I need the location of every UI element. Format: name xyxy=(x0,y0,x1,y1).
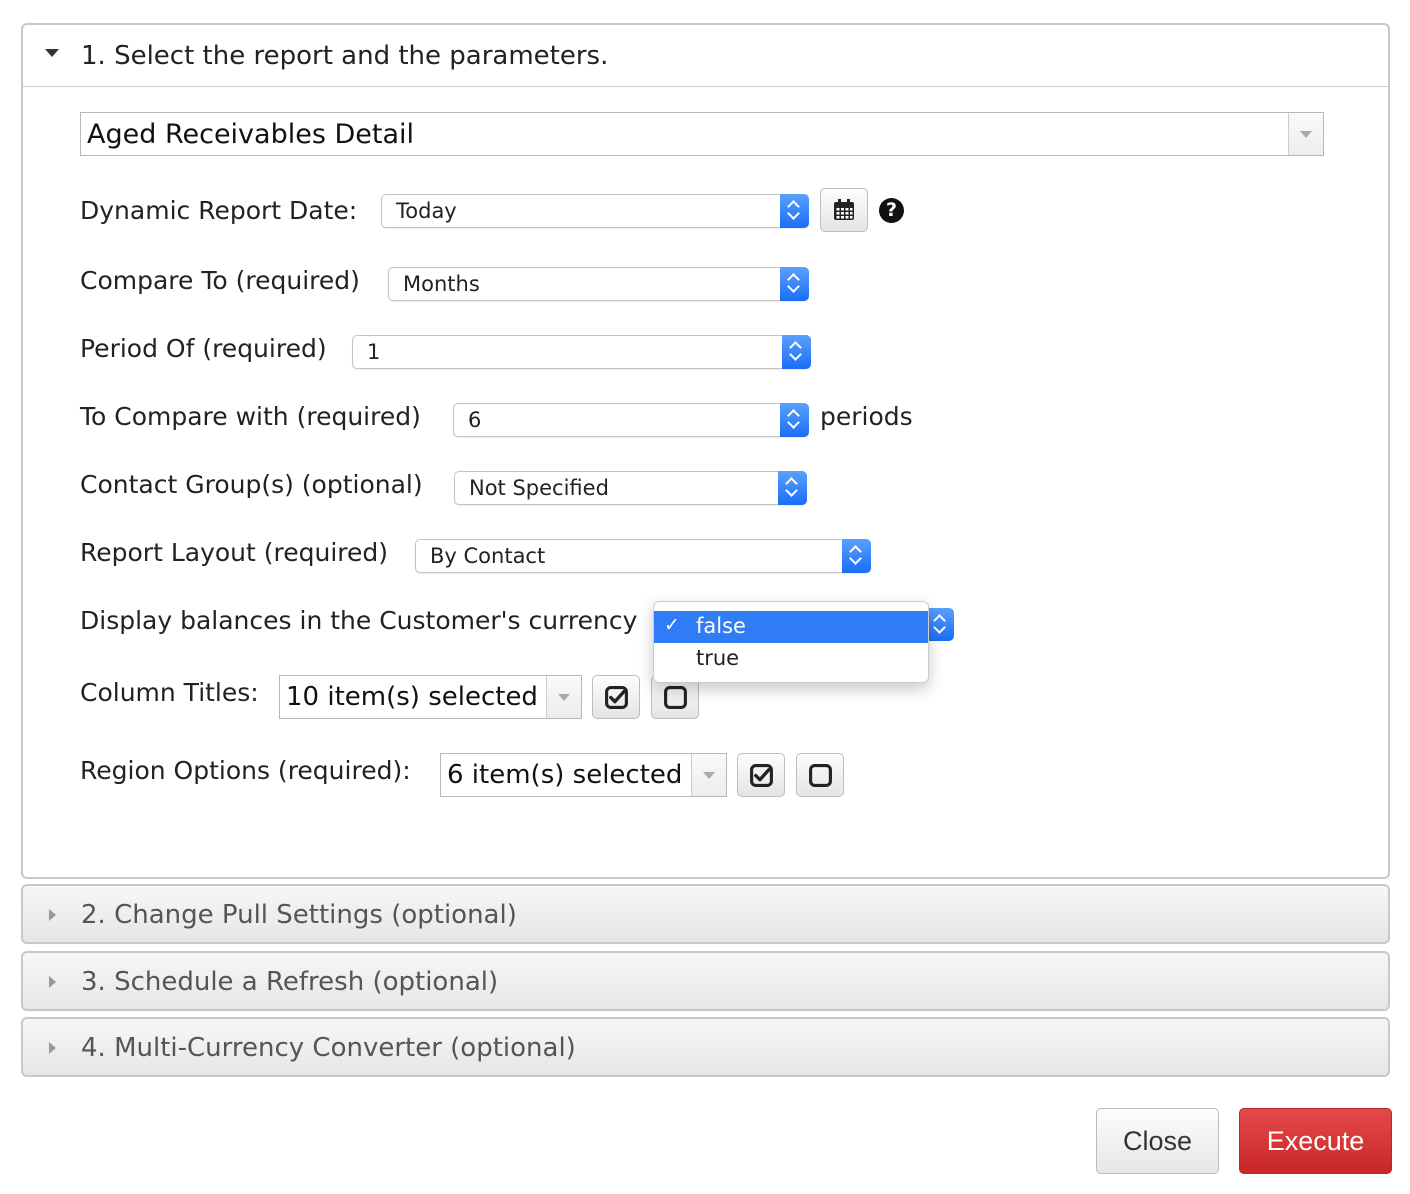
dynamic-report-date-value: Today xyxy=(396,199,457,223)
section-2-title: 2. Change Pull Settings (optional) xyxy=(81,900,517,930)
region-options-value: 6 item(s) selected xyxy=(447,760,683,790)
dropdown-option-label: false xyxy=(696,614,746,638)
select-stepper-icon xyxy=(782,335,811,369)
region-options-multiselect[interactable]: 6 item(s) selected xyxy=(440,753,727,797)
report-layout-value: By Contact xyxy=(430,544,546,568)
contact-groups-select[interactable]: Not Specified xyxy=(454,471,807,505)
column-titles-select-all-button[interactable] xyxy=(592,675,640,719)
empty-square-icon xyxy=(809,764,832,787)
empty-square-icon xyxy=(664,686,687,709)
section-4-title: 4. Multi-Currency Converter (optional) xyxy=(81,1033,576,1063)
caret-down-icon xyxy=(45,49,59,57)
checkmark-icon: ✓ xyxy=(664,614,680,636)
period-of-value: 1 xyxy=(367,340,381,364)
check-square-icon xyxy=(605,686,628,709)
section-2-header[interactable]: 2. Change Pull Settings (optional) xyxy=(21,884,1390,944)
select-stepper-icon xyxy=(780,403,809,437)
region-options-label: Region Options (required): xyxy=(80,756,411,785)
dropdown-option-false[interactable]: ✓ false xyxy=(654,611,928,643)
check-square-icon xyxy=(750,764,773,787)
caret-right-icon xyxy=(49,1042,56,1054)
select-stepper-icon xyxy=(780,194,809,228)
execute-button[interactable]: Execute xyxy=(1239,1108,1392,1174)
report-layout-select[interactable]: By Contact xyxy=(415,539,871,573)
caret-right-icon xyxy=(49,909,56,921)
chevron-down-icon[interactable] xyxy=(1288,113,1323,155)
select-stepper-icon xyxy=(842,539,871,573)
display-balances-label: Display balances in the Customer's curre… xyxy=(80,606,638,635)
to-compare-with-label: To Compare with (required) xyxy=(80,402,421,431)
section-4-header[interactable]: 4. Multi-Currency Converter (optional) xyxy=(21,1017,1390,1077)
column-titles-value: 10 item(s) selected xyxy=(286,682,538,712)
help-icon[interactable]: ? xyxy=(879,198,904,223)
to-compare-with-value: 6 xyxy=(468,408,482,432)
caret-right-icon xyxy=(49,976,56,988)
column-titles-multiselect[interactable]: 10 item(s) selected xyxy=(279,675,582,719)
report-select-value: Aged Receivables Detail xyxy=(87,119,415,150)
region-options-deselect-all-button[interactable] xyxy=(796,753,844,797)
select-stepper-icon xyxy=(780,267,809,301)
period-of-select[interactable]: 1 xyxy=(352,335,811,369)
calendar-button[interactable] xyxy=(820,188,868,232)
dropdown-option-label: true xyxy=(696,646,740,670)
display-balances-stepper-icon[interactable] xyxy=(926,608,954,641)
display-balances-dropdown: ✓ false true xyxy=(653,601,929,683)
region-options-select-all-button[interactable] xyxy=(737,753,785,797)
close-button[interactable]: Close xyxy=(1096,1108,1219,1174)
compare-to-value: Months xyxy=(403,272,480,296)
compare-to-select[interactable]: Months xyxy=(388,267,809,301)
column-titles-label: Column Titles: xyxy=(80,678,259,707)
compare-to-label: Compare To (required) xyxy=(80,266,360,295)
periods-suffix: periods xyxy=(820,402,913,431)
calendar-icon xyxy=(834,199,854,220)
section-3-header[interactable]: 3. Schedule a Refresh (optional) xyxy=(21,951,1390,1011)
section-1-title: 1. Select the report and the parameters. xyxy=(81,41,609,71)
contact-groups-value: Not Specified xyxy=(469,476,609,500)
chevron-down-icon[interactable] xyxy=(691,754,726,796)
chevron-down-icon[interactable] xyxy=(546,676,581,718)
select-stepper-icon xyxy=(778,471,807,505)
report-select[interactable]: Aged Receivables Detail xyxy=(80,112,1324,156)
period-of-label: Period Of (required) xyxy=(80,334,327,363)
dynamic-report-date-select[interactable]: Today xyxy=(381,194,809,228)
report-layout-label: Report Layout (required) xyxy=(80,538,389,567)
dynamic-report-date-label: Dynamic Report Date: xyxy=(80,196,358,225)
dropdown-option-true[interactable]: true xyxy=(654,643,928,675)
section-3-title: 3. Schedule a Refresh (optional) xyxy=(81,967,499,997)
contact-groups-label: Contact Group(s) (optional) xyxy=(80,470,423,499)
section-1-header[interactable]: 1. Select the report and the parameters. xyxy=(23,25,1388,87)
to-compare-with-select[interactable]: 6 xyxy=(453,403,809,437)
